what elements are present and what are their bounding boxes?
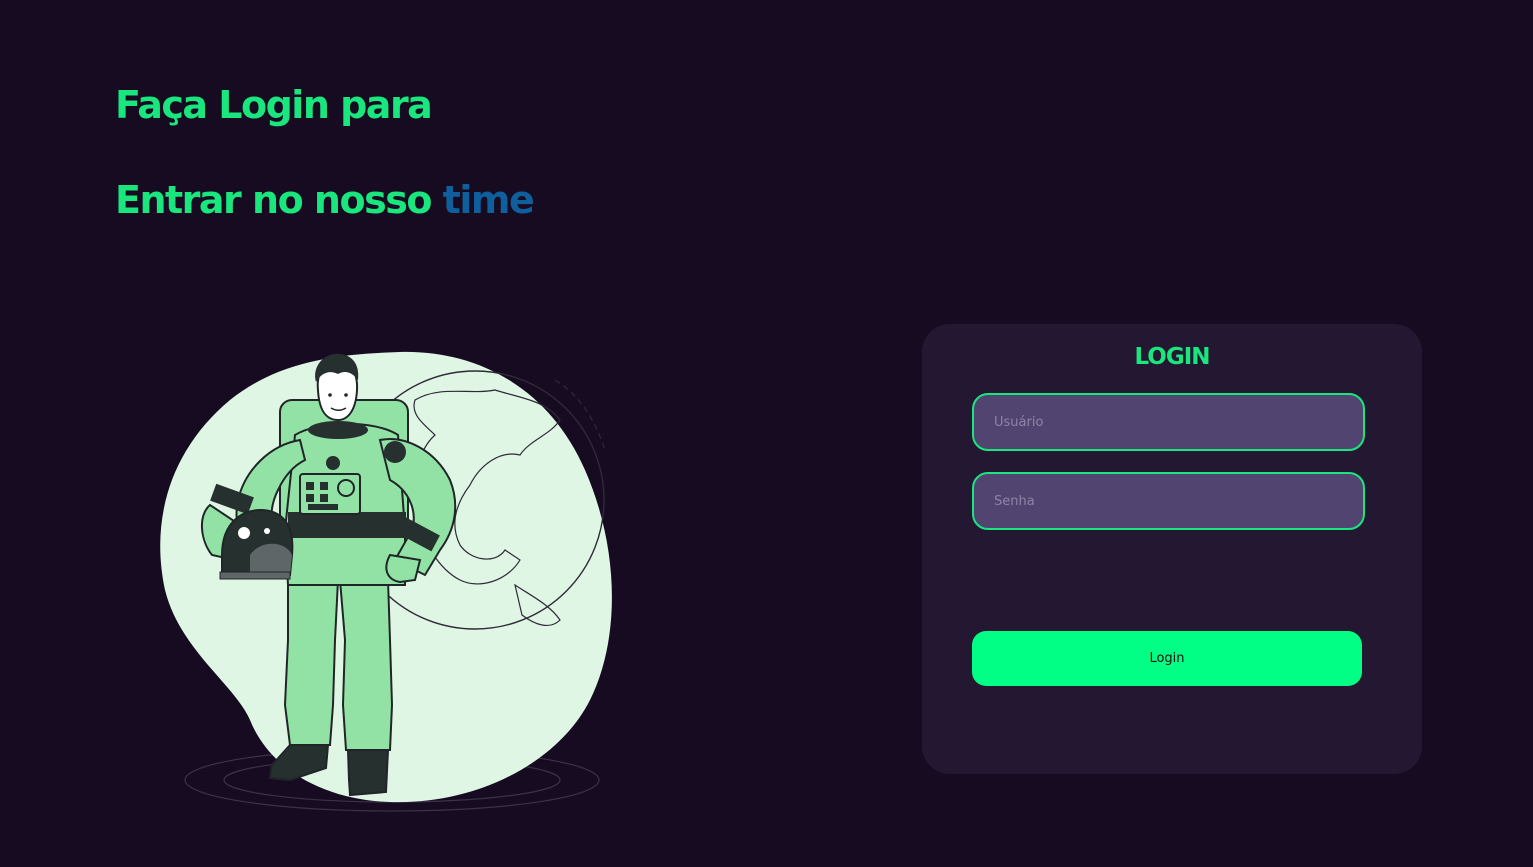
astronaut-icon <box>160 351 612 812</box>
hero-title-accent-word: time <box>442 178 535 222</box>
login-card <box>922 324 1422 774</box>
hero-title-line-2-text: Entrar no nosso <box>115 178 443 222</box>
hero-title-line-2: Entrar no nosso time <box>115 178 535 222</box>
hero-title-line-1: Faça Login para <box>115 83 433 127</box>
login-button[interactable]: Login <box>972 631 1362 686</box>
password-input[interactable] <box>972 472 1365 530</box>
login-title: LOGIN <box>1134 344 1210 370</box>
login-page: Faça Login para Entrar no nosso time LOG… <box>0 0 1533 867</box>
username-input[interactable] <box>972 393 1365 451</box>
